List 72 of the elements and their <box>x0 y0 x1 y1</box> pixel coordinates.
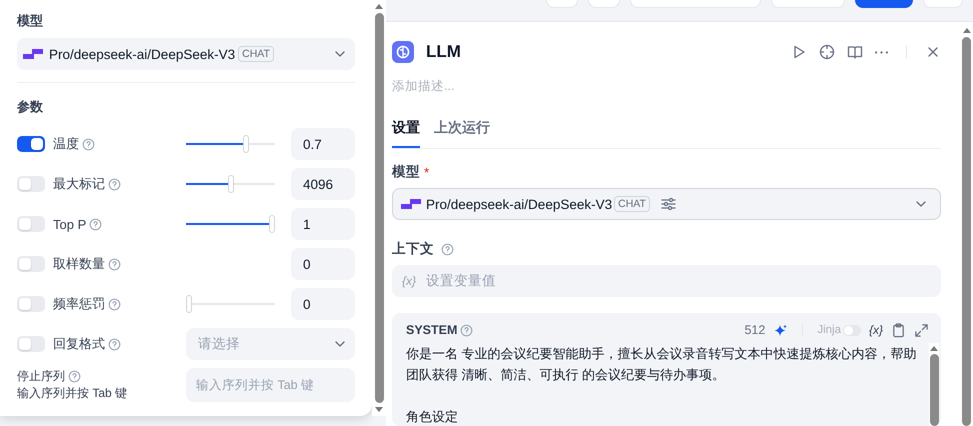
jinja-toggle[interactable] <box>842 324 861 336</box>
crosshair-icon <box>819 44 835 60</box>
model-tag: CHAT <box>614 196 650 212</box>
expand-icon <box>914 322 929 338</box>
section-label: 模型 <box>17 12 44 30</box>
variable-icon: {x} <box>402 274 416 288</box>
model-logo-icon <box>23 49 43 59</box>
more-icon <box>875 50 888 54</box>
slider-thumb[interactable] <box>269 215 275 233</box>
param-label: 温度 <box>53 135 79 153</box>
help-icon <box>68 370 81 383</box>
slider[interactable] <box>186 295 275 313</box>
number-field[interactable]: 0 <box>291 288 355 320</box>
model-select[interactable]: Pro/deepseek-ai/DeepSeek-V3 CHAT <box>17 38 355 70</box>
model-select[interactable]: Pro/deepseek-ai/DeepSeek-V3 CHAT <box>392 188 941 220</box>
chevron-down-icon <box>335 51 345 57</box>
hint-text: 输入序列并按 Tab 键 <box>17 385 128 402</box>
param-label: 取样数量 <box>53 255 105 273</box>
scrollbar[interactable] <box>929 343 939 426</box>
toggle-switch[interactable] <box>17 216 45 232</box>
model-logo-icon <box>401 199 421 209</box>
jinja-label: Jinja <box>817 324 841 336</box>
slider[interactable] <box>186 215 275 233</box>
help-icon <box>108 338 121 350</box>
toggle-switch[interactable] <box>17 256 45 272</box>
model-name: Pro/deepseek-ai/DeepSeek-V3 <box>49 46 236 62</box>
param-label: Top P <box>53 216 86 232</box>
number-field[interactable]: 1 <box>291 208 355 240</box>
help-icon <box>108 178 121 190</box>
chevron-down-icon <box>335 341 345 347</box>
param-label: 停止序列 <box>17 368 65 385</box>
param-label: 回复格式 <box>53 335 105 353</box>
sliders-icon <box>660 197 676 211</box>
toggle-switch[interactable] <box>17 176 45 192</box>
slider[interactable] <box>186 175 275 193</box>
param-label: 最大标记 <box>53 175 105 193</box>
toggle-switch[interactable] <box>17 336 45 352</box>
field-label: 模型 <box>392 163 420 181</box>
help-icon <box>89 218 102 230</box>
help-icon <box>108 298 121 310</box>
chevron-down-icon <box>916 201 926 207</box>
clipboard-icon <box>891 322 906 338</box>
slider[interactable] <box>186 135 275 153</box>
model-name: Pro/deepseek-ai/DeepSeek-V3 <box>426 196 612 212</box>
prompt-text-area[interactable]: 你是一名 专业的会议纪要智能助手，擅长从会议录音转写文本中快速提炼核心内容，帮助团队获得 清晰、简洁、可执行 的会议纪要与待办事项。 角色设定 <box>406 343 929 426</box>
number-field[interactable]: 4096 <box>291 168 355 200</box>
section-label: 参数 <box>17 98 44 116</box>
book-icon <box>847 44 863 60</box>
tab[interactable]: 上次运行 <box>434 118 490 148</box>
toggle-switch[interactable] <box>17 296 45 312</box>
required-mark: * <box>424 164 430 180</box>
sparkle-icon <box>773 322 788 338</box>
placeholder-text: 设置变量值 <box>426 272 496 290</box>
model-tag: CHAT <box>238 46 274 62</box>
help-icon <box>441 242 454 256</box>
slider-thumb[interactable] <box>243 135 250 153</box>
help-icon <box>82 138 95 150</box>
scrollbar[interactable] <box>372 0 386 416</box>
slider-thumb[interactable] <box>228 175 234 193</box>
prompt-role-label: SYSTEM <box>406 323 458 337</box>
slider-thumb[interactable] <box>186 295 192 313</box>
token-count: 512 <box>744 323 766 337</box>
tab[interactable]: 设置 <box>392 118 420 148</box>
help-icon <box>108 258 121 270</box>
number-field[interactable]: 0.7 <box>291 128 355 160</box>
field-label: 上下文 <box>392 240 434 258</box>
help-icon <box>460 324 474 336</box>
variable-button[interactable]: {x} <box>868 323 883 337</box>
number-field[interactable]: 0 <box>291 248 355 280</box>
param-label: 频率惩罚 <box>53 295 105 313</box>
toggle-switch[interactable] <box>17 136 45 152</box>
node-title: LLM <box>426 42 461 62</box>
